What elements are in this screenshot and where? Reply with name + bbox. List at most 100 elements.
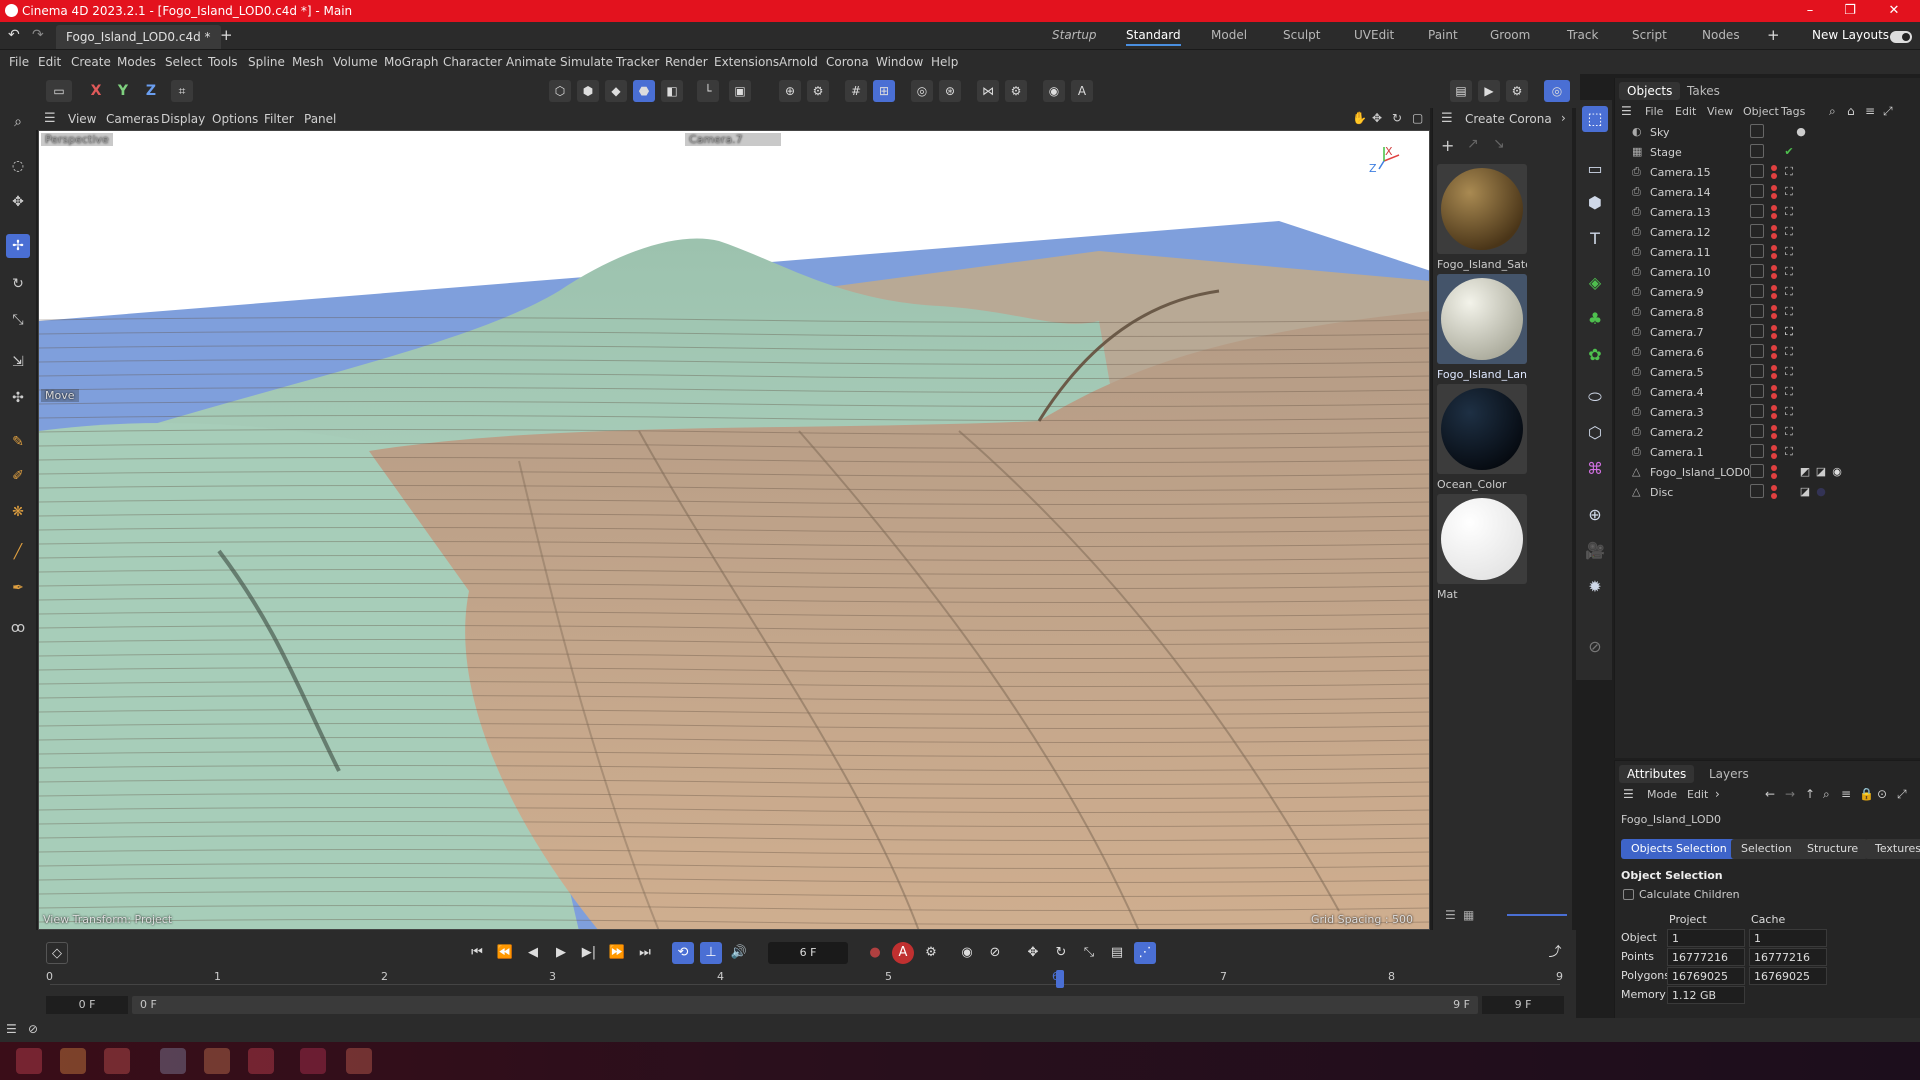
rotate-tool-icon[interactable]: ↻ [6,272,30,296]
menu-extensions[interactable]: Extensions [714,55,779,69]
snap-settings-icon[interactable]: ⚙ [807,80,829,102]
axis-y-lock[interactable]: Y [113,80,133,102]
range-slider[interactable]: 0 F 9 F [132,996,1478,1014]
uvw-tag-icon[interactable]: ◪ [1814,465,1828,479]
protection-tag-icon[interactable]: ⛶ [1782,405,1796,419]
next-key-icon[interactable]: ⏩ [606,942,628,964]
tab-layers[interactable]: Layers [1701,765,1757,783]
protection-tag-icon[interactable]: ⛶ [1782,305,1796,319]
protection-tag-icon[interactable]: ⛶ [1782,165,1796,179]
camera-selector[interactable]: Camera.7 [685,133,781,146]
objects-menu-tags[interactable]: Tags [1781,105,1805,118]
visibility-checkbox[interactable] [1750,384,1764,398]
protection-tag-icon[interactable]: ⛶ [1782,245,1796,259]
record-icon[interactable]: ● [864,942,886,964]
viewport-label[interactable]: Perspective [41,133,113,146]
placement-tool-icon[interactable]: ⇲ [6,350,30,374]
go-to-end-icon[interactable]: ⏭ [634,942,656,964]
brush-tool-icon[interactable]: ╱ [6,540,30,564]
deformer-create-icon[interactable]: ⬭ [1582,384,1608,410]
camera-create-icon[interactable]: 🎥 [1582,538,1608,564]
viewport-solo-icon[interactable]: ▭ [46,80,72,102]
back-arrow-icon[interactable]: ← [1765,787,1775,801]
taskbar-app-icon[interactable] [300,1048,326,1074]
objects-menu-object[interactable]: Object [1743,105,1779,118]
sound-icon[interactable]: 🔊 [728,942,750,964]
text-create-icon[interactable]: T [1582,226,1608,252]
lock-icon[interactable]: 🔒 [1859,787,1874,801]
key-pla-icon[interactable]: ⋰ [1134,942,1156,964]
viewport-menu-filter[interactable]: Filter [264,112,294,126]
key-rotation-icon[interactable]: ⊘ [984,942,1006,964]
visibility-checkbox[interactable] [1750,424,1764,438]
menu-select[interactable]: Select [165,55,202,69]
visibility-checkbox[interactable] [1750,404,1764,418]
taskbar-app-icon[interactable] [16,1048,42,1074]
points-mode-icon[interactable]: ⬡ [549,80,571,102]
transform-tool-icon[interactable]: ✥ [6,190,30,214]
list-item[interactable]: ⎙ Camera.15 ⛶ [1616,162,1920,182]
viewport-pan-icon[interactable]: ✋ [1352,111,1367,125]
tab-attributes[interactable]: Attributes [1619,765,1695,783]
taskbar-app-icon[interactable] [248,1048,274,1074]
start-frame-field[interactable]: 0 F [46,996,128,1014]
menu-spline[interactable]: Spline [248,55,285,69]
preview-size-slider[interactable] [1507,914,1567,916]
layout-tab-startup[interactable]: Startup [1052,28,1097,42]
lasso-tool-icon[interactable]: ꝏ [6,616,30,640]
list-item[interactable]: ◐ Sky ● [1616,122,1920,142]
visibility-checkbox[interactable] [1750,224,1764,238]
visibility-checkbox[interactable] [1750,464,1764,478]
list-item[interactable]: ⎙ Camera.10 ⛶ [1616,262,1920,282]
link-material-icon[interactable]: ↗ [1467,136,1479,152]
axis-mode-icon[interactable]: └ [697,80,719,102]
visibility-checkbox[interactable] [1750,124,1764,138]
add-layout-icon[interactable]: + [1767,26,1780,44]
menu-volume[interactable]: Volume [333,55,378,69]
visibility-checkbox[interactable] [1750,284,1764,298]
list-item[interactable]: ⎙ Camera.7 ⛶ [1616,322,1920,342]
layout-tab-uvedit[interactable]: UVEdit [1354,28,1394,42]
taskbar-app-icon[interactable] [204,1048,230,1074]
timeline-mode-icon[interactable]: ⊥ [700,942,722,964]
visibility-checkbox[interactable] [1750,244,1764,258]
close-button[interactable]: ✕ [1874,1,1914,21]
tab-objects[interactable]: Objects [1619,82,1681,100]
redo-icon[interactable]: ↷ [32,27,44,43]
protection-tag-icon[interactable]: ⛶ [1782,425,1796,439]
visibility-checkbox[interactable] [1750,444,1764,458]
key-rotate-icon[interactable]: ↻ [1050,942,1072,964]
tab-structure[interactable]: Structure [1797,839,1869,859]
move-tool-icon[interactable]: ✢ [6,234,30,258]
material-more-icon[interactable]: › [1561,111,1566,125]
viewport-menu-options[interactable]: Options [212,112,258,126]
status-check-icon[interactable]: ⊘ [28,1022,38,1036]
menu-simulate[interactable]: Simulate [560,55,613,69]
render-picture-viewer-icon[interactable]: ▶ [1478,80,1500,102]
uv-mode-icon[interactable]: ◧ [661,80,683,102]
spline-smooth-icon[interactable]: ❋ [6,500,30,524]
protection-tag-icon[interactable]: ⛶ [1782,185,1796,199]
tab-textures[interactable]: Textures [1865,839,1920,859]
protection-tag-icon[interactable]: ⛶ [1782,325,1796,339]
visibility-checkbox[interactable] [1750,164,1764,178]
redshift-icon[interactable]: ◎ [1544,80,1570,102]
viewport-hamburger-icon[interactable]: ☰ [44,111,56,126]
material-item[interactable]: Fogo_Island_Land [1437,274,1527,381]
spline-pen-icon[interactable]: ✎ [6,430,30,454]
layout-tab-script[interactable]: Script [1632,28,1667,42]
generator-create-icon[interactable]: ◈ [1582,270,1608,296]
auto-keying-icon[interactable]: A [1071,80,1093,102]
list-item[interactable]: △ Fogo_Island_LOD0 ◩ ◪ ◉ [1616,462,1920,482]
protection-tag-icon[interactable]: ⛶ [1782,385,1796,399]
snap-icon[interactable]: ⊕ [779,80,801,102]
material-item[interactable]: Mat [1437,494,1527,601]
objects-filter-icon[interactable]: ≡ [1865,104,1875,118]
taskbar-app-icon[interactable] [346,1048,372,1074]
list-item[interactable]: ⎙ Camera.8 ⛶ [1616,302,1920,322]
new-layouts-toggle[interactable] [1890,31,1912,43]
visibility-checkbox[interactable] [1750,344,1764,358]
attributes-more-icon[interactable]: › [1715,787,1720,801]
objects-home-icon[interactable]: ⌂ [1847,104,1855,118]
layout-tab-sculpt[interactable]: Sculpt [1283,28,1320,42]
